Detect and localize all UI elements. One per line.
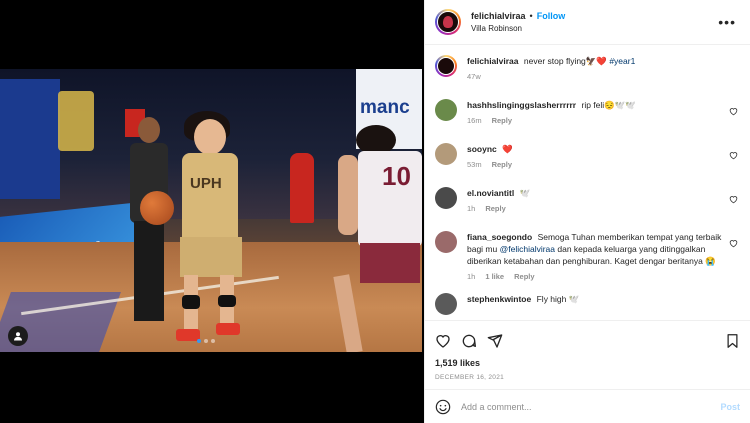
comment-text: Fly high 🕊️ — [536, 294, 580, 304]
avatar[interactable] — [435, 187, 457, 209]
sponsor-text: manc — [360, 97, 410, 118]
avatar[interactable] — [435, 231, 457, 253]
bystander — [290, 153, 314, 223]
like-comment-button[interactable] — [726, 143, 740, 160]
list-item: hashhslinginggslasherrrrrr rip feli😔🕊️🕊️… — [435, 89, 740, 133]
comment-age: 16m — [467, 116, 482, 125]
comments-list[interactable]: felichialviraa never stop flying🦅❤️ #yea… — [425, 45, 750, 320]
heart-icon — [729, 196, 737, 204]
comment-age: 1h — [467, 204, 476, 213]
location-link[interactable]: Villa Robinson — [471, 24, 714, 33]
heart-icon — [729, 108, 737, 116]
list-item: el.noviantitl 🕊️ 1h Reply — [435, 177, 740, 221]
media-panel: manc //// UPH — [0, 0, 424, 423]
comment-username[interactable]: fiana_soegondo — [467, 232, 532, 242]
comment-username[interactable]: sooync — [467, 144, 497, 154]
caption-username[interactable]: felichialviraa — [467, 56, 519, 66]
avatar[interactable] — [435, 143, 457, 165]
separator-dot: • — [529, 11, 533, 21]
caption: felichialviraa never stop flying🦅❤️ #yea… — [435, 45, 740, 89]
arena-logo — [58, 91, 94, 151]
post-photo[interactable]: manc //// UPH — [0, 69, 422, 352]
carousel-dot — [211, 339, 215, 343]
player-dribbling: UPH — [170, 111, 250, 341]
comment-username[interactable]: el.noviantitl — [467, 188, 514, 198]
comment-text: rip feli😔🕊️🕊️ — [581, 100, 636, 110]
share-icon[interactable] — [487, 333, 503, 349]
like-comment-button[interactable] — [726, 231, 740, 248]
avatar[interactable] — [435, 293, 457, 315]
avatar[interactable] — [435, 55, 457, 77]
avatar[interactable] — [435, 99, 457, 121]
post-header: felichialviraa • Follow Villa Robinson •… — [425, 0, 750, 45]
carousel-dot — [204, 339, 208, 343]
follow-button[interactable]: Follow — [537, 11, 566, 21]
list-item: sooync ❤️ 53m Reply — [435, 133, 740, 177]
list-item: stephenkwintoe Fly high 🕊️ — [435, 283, 740, 320]
post-sidebar: felichialviraa • Follow Villa Robinson •… — [424, 0, 750, 423]
post-date: DECEMBER 16, 2021 — [435, 374, 505, 381]
like-count[interactable]: 1,519 likes — [435, 358, 740, 368]
reply-button[interactable]: Reply — [492, 115, 512, 127]
comment-icon[interactable] — [461, 333, 477, 349]
like-comment-button[interactable] — [726, 99, 740, 116]
comment-text: 🕊️ — [519, 188, 531, 198]
heart-icon[interactable] — [435, 333, 451, 349]
comment-likes[interactable]: 1 like — [485, 271, 504, 283]
comment-input[interactable] — [461, 401, 721, 412]
comment-age: 1h — [467, 272, 476, 281]
tagged-users-icon[interactable] — [8, 326, 28, 346]
avatar[interactable] — [435, 9, 461, 35]
mention-link[interactable]: @felichialviraa — [500, 244, 555, 254]
jersey-number: 10 — [382, 161, 411, 191]
post-comment-button[interactable]: Post — [720, 402, 740, 412]
header-username[interactable]: felichialviraa — [471, 11, 526, 21]
like-comment-button[interactable] — [726, 187, 740, 204]
caption-text: never stop flying🦅❤️ — [523, 56, 607, 66]
jersey-text: UPH — [190, 175, 222, 192]
comment-age: 53m — [467, 160, 482, 169]
list-item: fiana_soegondo Semoga Tuhan memberikan t… — [435, 221, 740, 283]
reply-button[interactable]: Reply — [492, 159, 512, 171]
heart-icon — [729, 240, 737, 248]
instagram-post-view: manc //// UPH — [0, 0, 750, 423]
post-actions: 1,519 likes DECEMBER 16, 2021 — [425, 320, 750, 389]
caption-age: 47w — [467, 72, 481, 81]
basketball — [140, 191, 174, 225]
bookmark-icon[interactable] — [725, 333, 740, 349]
player-defending: 10 — [333, 125, 422, 352]
heart-icon — [729, 152, 737, 160]
arena-banner — [0, 79, 60, 199]
reply-button[interactable]: Reply — [514, 271, 534, 283]
reply-button[interactable]: Reply — [485, 203, 505, 215]
more-options-button[interactable]: ••• — [714, 14, 740, 30]
carousel-dots — [197, 339, 215, 343]
add-comment-bar: Post — [425, 389, 750, 423]
carousel-dot-active — [197, 339, 201, 343]
comment-text: ❤️ — [502, 144, 513, 154]
comment-username[interactable]: stephenkwintoe — [467, 294, 531, 304]
comment-username[interactable]: hashhslinginggslasherrrrrr — [467, 100, 576, 110]
hashtag-link[interactable]: #year1 — [609, 56, 635, 66]
emoji-icon[interactable] — [435, 399, 451, 415]
